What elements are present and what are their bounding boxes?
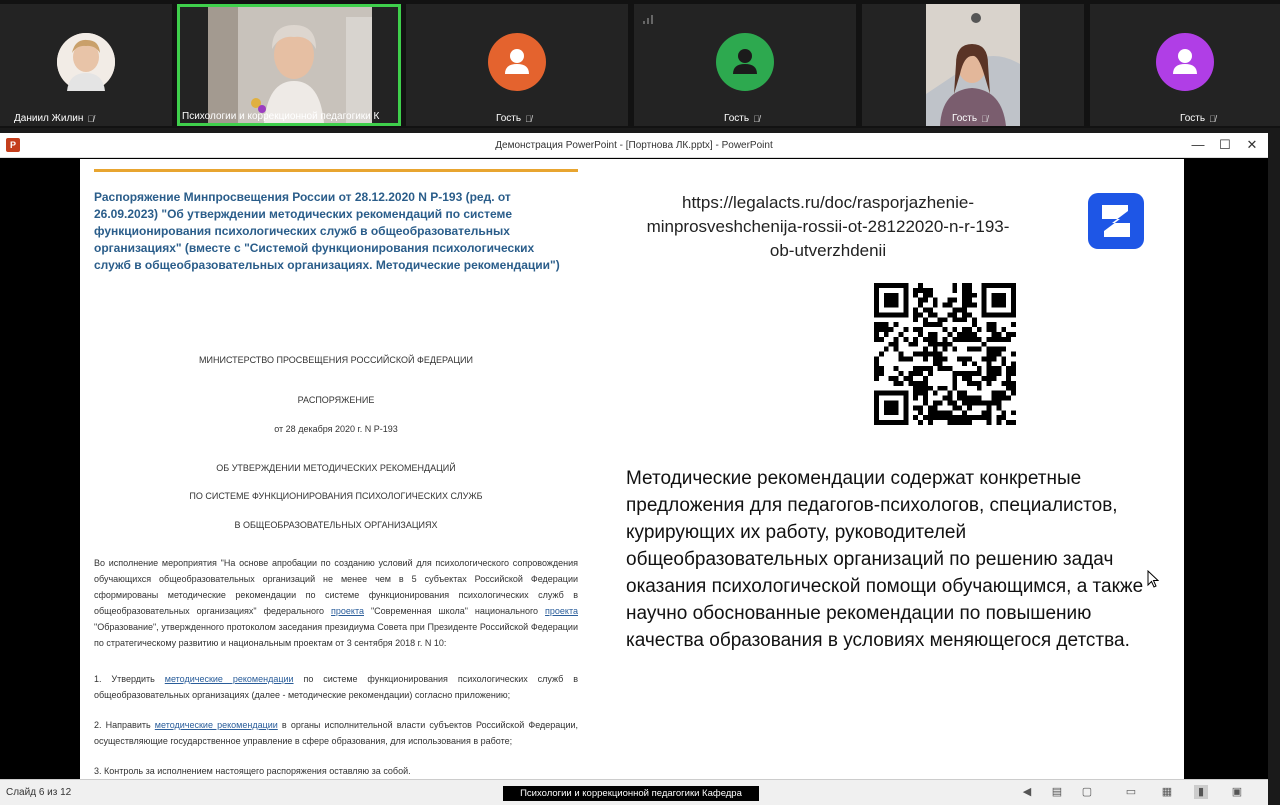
mic-muted-icon: 🎙̸ bbox=[87, 113, 95, 124]
user-photo-avatar bbox=[57, 33, 115, 91]
mouse-cursor-icon bbox=[1147, 570, 1159, 588]
order-item-2: 2. Направить методические рекомендации в… bbox=[94, 720, 579, 746]
reading-view-icon[interactable]: ▮ bbox=[1194, 785, 1208, 799]
order-item-3: 3. Контроль за исполнением настоящего ра… bbox=[94, 766, 411, 776]
participant-tile[interactable]: Гость 🎙̸ bbox=[634, 4, 856, 126]
close-button[interactable]: ✕ bbox=[1244, 137, 1260, 153]
notes-icon[interactable]: ▤ bbox=[1050, 785, 1064, 799]
mic-muted-icon: 🎙̸ bbox=[1209, 113, 1216, 124]
participant-name: Гость 🎙̸ bbox=[724, 113, 760, 124]
window-title: Демонстрация PowerPoint - [Портнова ЛК.p… bbox=[495, 140, 773, 151]
slide[interactable]: Распоряжение Минпросвещения России от 28… bbox=[80, 159, 1184, 779]
qr-code-icon bbox=[874, 283, 1016, 425]
comments-icon[interactable]: ▢ bbox=[1080, 785, 1094, 799]
recommendations-link[interactable]: методические рекомендации bbox=[155, 720, 278, 730]
participant-tile[interactable]: Гость 🎙̸ bbox=[406, 4, 628, 126]
window-titlebar: P Демонстрация PowerPoint - [Портнова ЛК… bbox=[0, 133, 1268, 158]
participants-strip: Даниил Жилин 🎙̸ Психологии и коррекционно… bbox=[0, 0, 1280, 128]
order-item-1: 1. Утвердить методические рекомендации п… bbox=[94, 674, 579, 700]
document-title: Распоряжение Минпросвещения России от 28… bbox=[94, 190, 560, 272]
powerpoint-window: P Демонстрация PowerPoint - [Портнова ЛК… bbox=[0, 133, 1268, 805]
slide-counter: Слайд 6 из 12 bbox=[6, 787, 72, 798]
order-date: от 28 декабря 2020 г. N Р-193 bbox=[274, 424, 398, 434]
slide-sorter-icon[interactable]: ▦ bbox=[1160, 785, 1174, 799]
mic-muted-icon: 🎙̸ bbox=[981, 113, 988, 124]
participant-name: Психологии и коррекционной педагогики К bbox=[182, 111, 380, 122]
order-heading-2: ПО СИСТЕМЕ ФУНКЦИОНИРОВАНИЯ ПСИХОЛОГИЧЕС… bbox=[189, 491, 483, 501]
participant-tile-active[interactable]: Психологии и коррекционной педагогики К bbox=[177, 4, 401, 126]
normal-view-icon[interactable]: ▭ bbox=[1124, 785, 1138, 799]
order-heading-1: ОБ УТВЕРЖДЕНИИ МЕТОДИЧЕСКИХ РЕКОМЕНДАЦИЙ bbox=[216, 463, 456, 473]
guest-avatar bbox=[716, 33, 774, 91]
maximize-button[interactable]: ☐ bbox=[1217, 137, 1233, 153]
project-link[interactable]: проекта bbox=[545, 606, 578, 616]
previous-slide-icon[interactable]: ◀ bbox=[1020, 785, 1034, 799]
participant-name: Гость 🎙̸ bbox=[496, 113, 532, 124]
recommendations-description: Методические рекомендации содержат конкр… bbox=[626, 468, 1144, 651]
minimize-button[interactable]: — bbox=[1190, 137, 1206, 153]
project-link[interactable]: проекта bbox=[331, 606, 364, 616]
source-url[interactable]: https://legalacts.ru/doc/rasporjazhenie-… bbox=[600, 191, 1056, 263]
order-heading-3: В ОБЩЕОБРАЗОВАТЕЛЬНЫХ ОРГАНИЗАЦИЯХ bbox=[234, 520, 438, 530]
title-rule bbox=[94, 169, 578, 172]
slide-stage: Распоряжение Минпросвещения России от 28… bbox=[0, 159, 1268, 779]
participant-video bbox=[208, 7, 372, 123]
guest-avatar bbox=[488, 33, 546, 91]
signal-icon bbox=[642, 12, 654, 24]
preamble-paragraph: Во исполнение мероприятия "На основе апр… bbox=[94, 558, 578, 648]
participant-name: Гость 🎙̸ bbox=[1180, 113, 1216, 124]
mic-muted-icon: 🎙̸ bbox=[525, 113, 532, 124]
guest-avatar bbox=[1156, 33, 1214, 91]
participant-tile[interactable]: Даниил Жилин 🎙̸ bbox=[0, 4, 172, 126]
participant-video bbox=[926, 4, 1020, 126]
screen-share-caption: Психологии и коррекционной педагогики Ка… bbox=[503, 786, 759, 801]
participant-name: Даниил Жилин 🎙̸ bbox=[14, 113, 95, 124]
recommendations-link[interactable]: методические рекомендации bbox=[165, 674, 294, 684]
legalacts-logo-icon bbox=[1088, 193, 1144, 249]
participant-tile[interactable]: Гость 🎙̸ bbox=[862, 4, 1084, 126]
slideshow-icon[interactable]: ▣ bbox=[1230, 785, 1244, 799]
participant-tile[interactable]: Гость 🎙̸ bbox=[1090, 4, 1280, 126]
order-label: РАСПОРЯЖЕНИЕ bbox=[297, 395, 375, 405]
participant-name: Гость 🎙̸ bbox=[952, 113, 988, 124]
ministry-name: МИНИСТЕРСТВО ПРОСВЕЩЕНИЯ РОССИЙСКОЙ ФЕДЕ… bbox=[199, 355, 473, 365]
mic-muted-icon: 🎙̸ bbox=[753, 113, 760, 124]
document-excerpt: Распоряжение Минпросвещения России от 28… bbox=[80, 159, 592, 779]
